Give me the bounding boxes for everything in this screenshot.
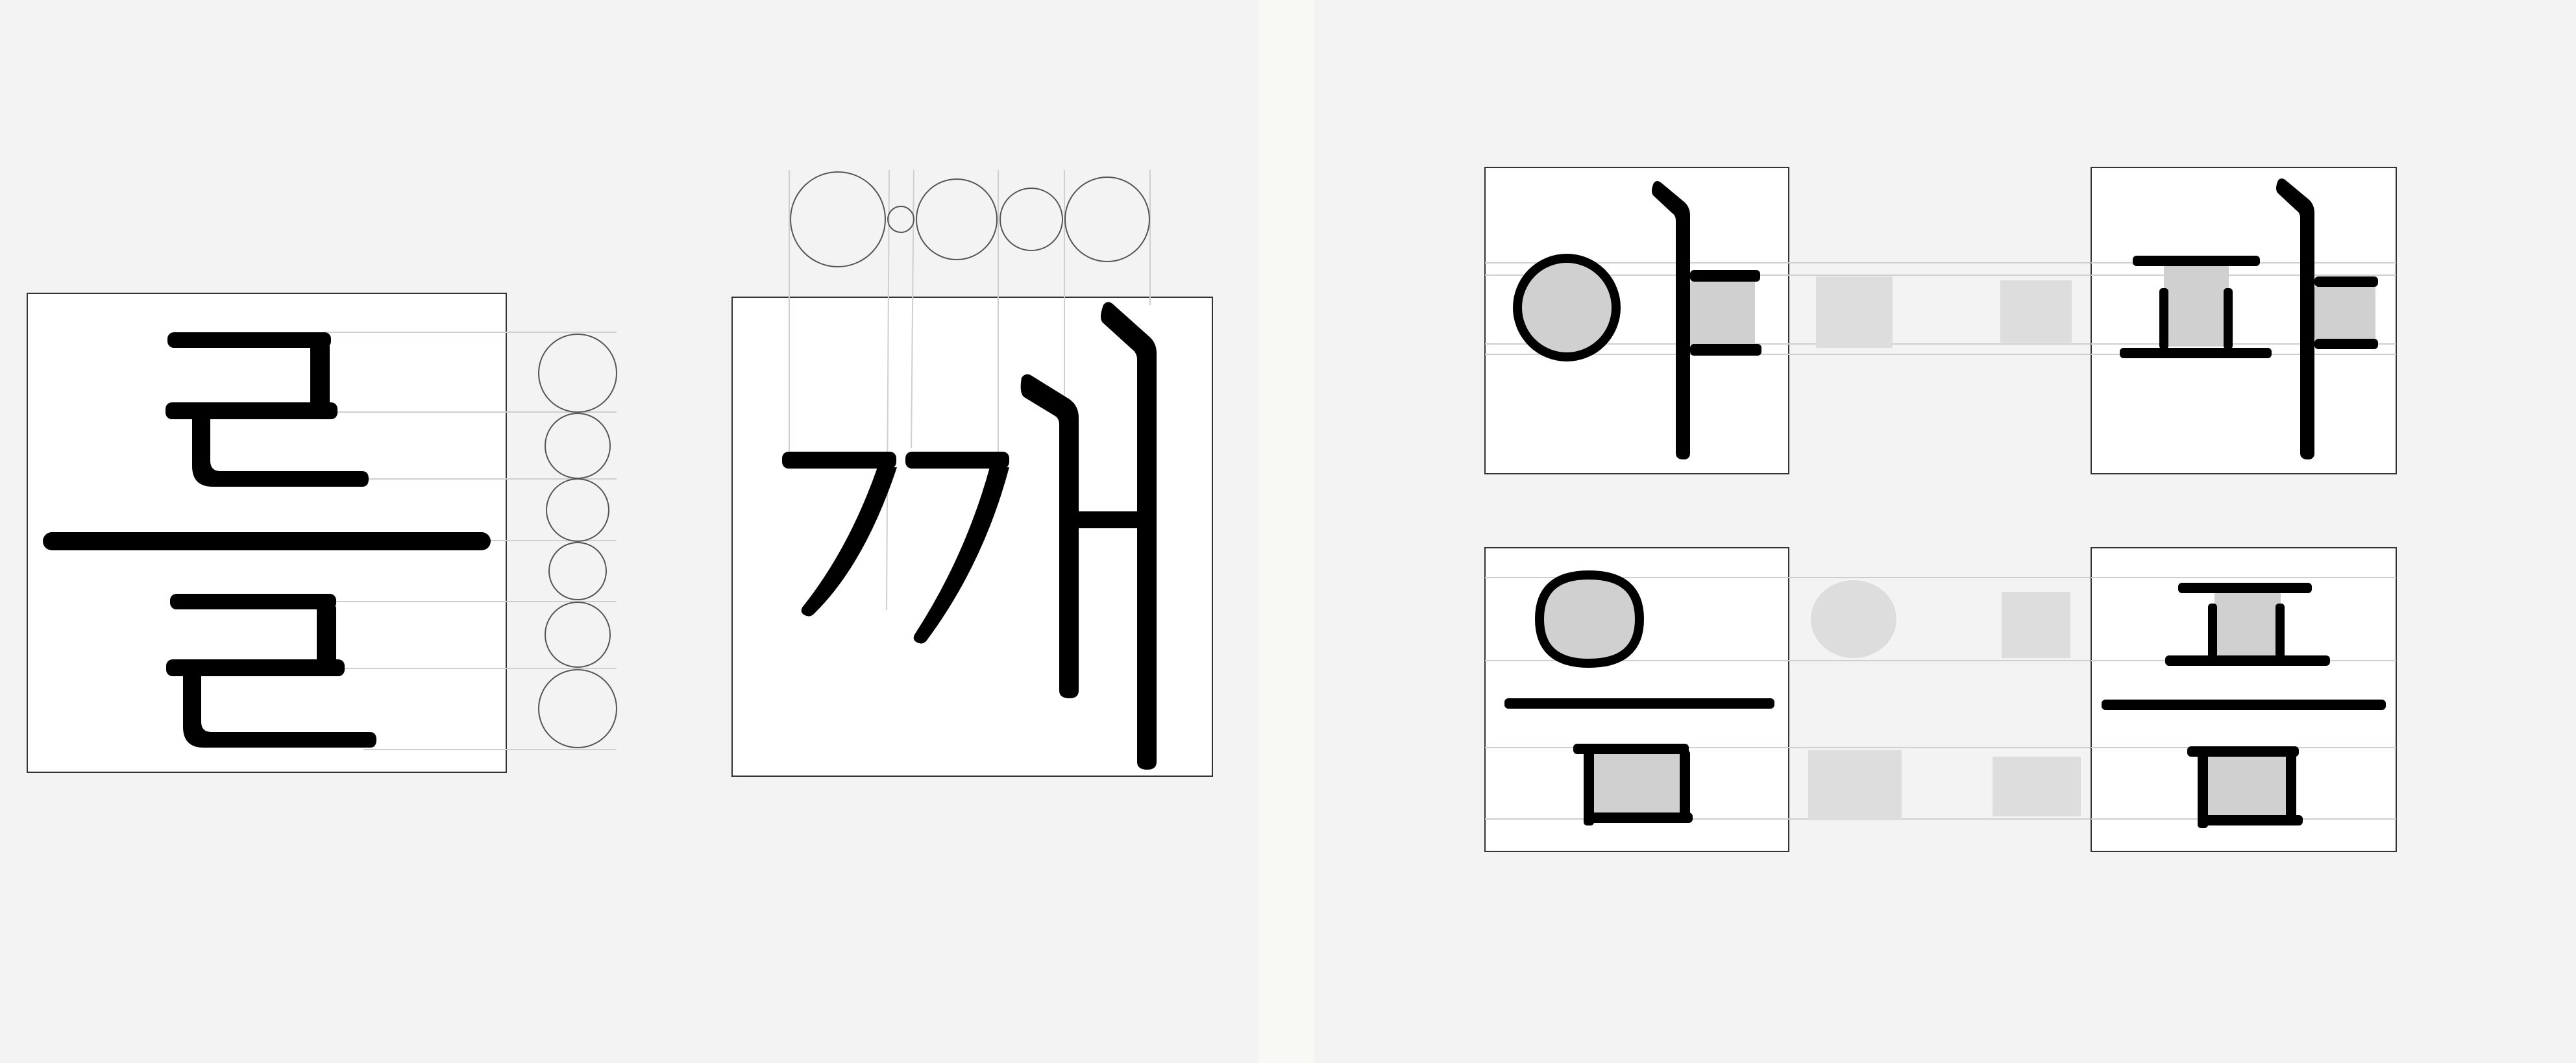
eup-ghost-counter-1 — [2002, 592, 2070, 658]
kkae-specimen — [731, 169, 1213, 777]
ya-ghost-counter-1 — [1816, 276, 1893, 348]
ya-ieung-circle — [1513, 254, 1621, 361]
eup-bieup-strokes — [1573, 744, 1693, 825]
glyph-construction-diagram — [27, 167, 2397, 852]
eup-specimen — [1484, 547, 2091, 852]
ya-specimen — [1484, 167, 2090, 474]
pyo-specimen — [2091, 547, 2397, 852]
reul-specimen — [27, 293, 617, 773]
eup-ieung-circle — [1534, 570, 1645, 668]
eup-ghost-counter-3 — [1993, 757, 2081, 816]
pya-specimen — [2091, 167, 2397, 474]
eup-ghost-counter-2 — [1808, 750, 1902, 820]
eup-ghost-circle — [1811, 580, 1896, 658]
ya-ghost-counter-2 — [2000, 280, 2072, 343]
kkae-spacing-circles — [790, 171, 1150, 267]
eup-horizontal-bar — [1504, 698, 1774, 709]
